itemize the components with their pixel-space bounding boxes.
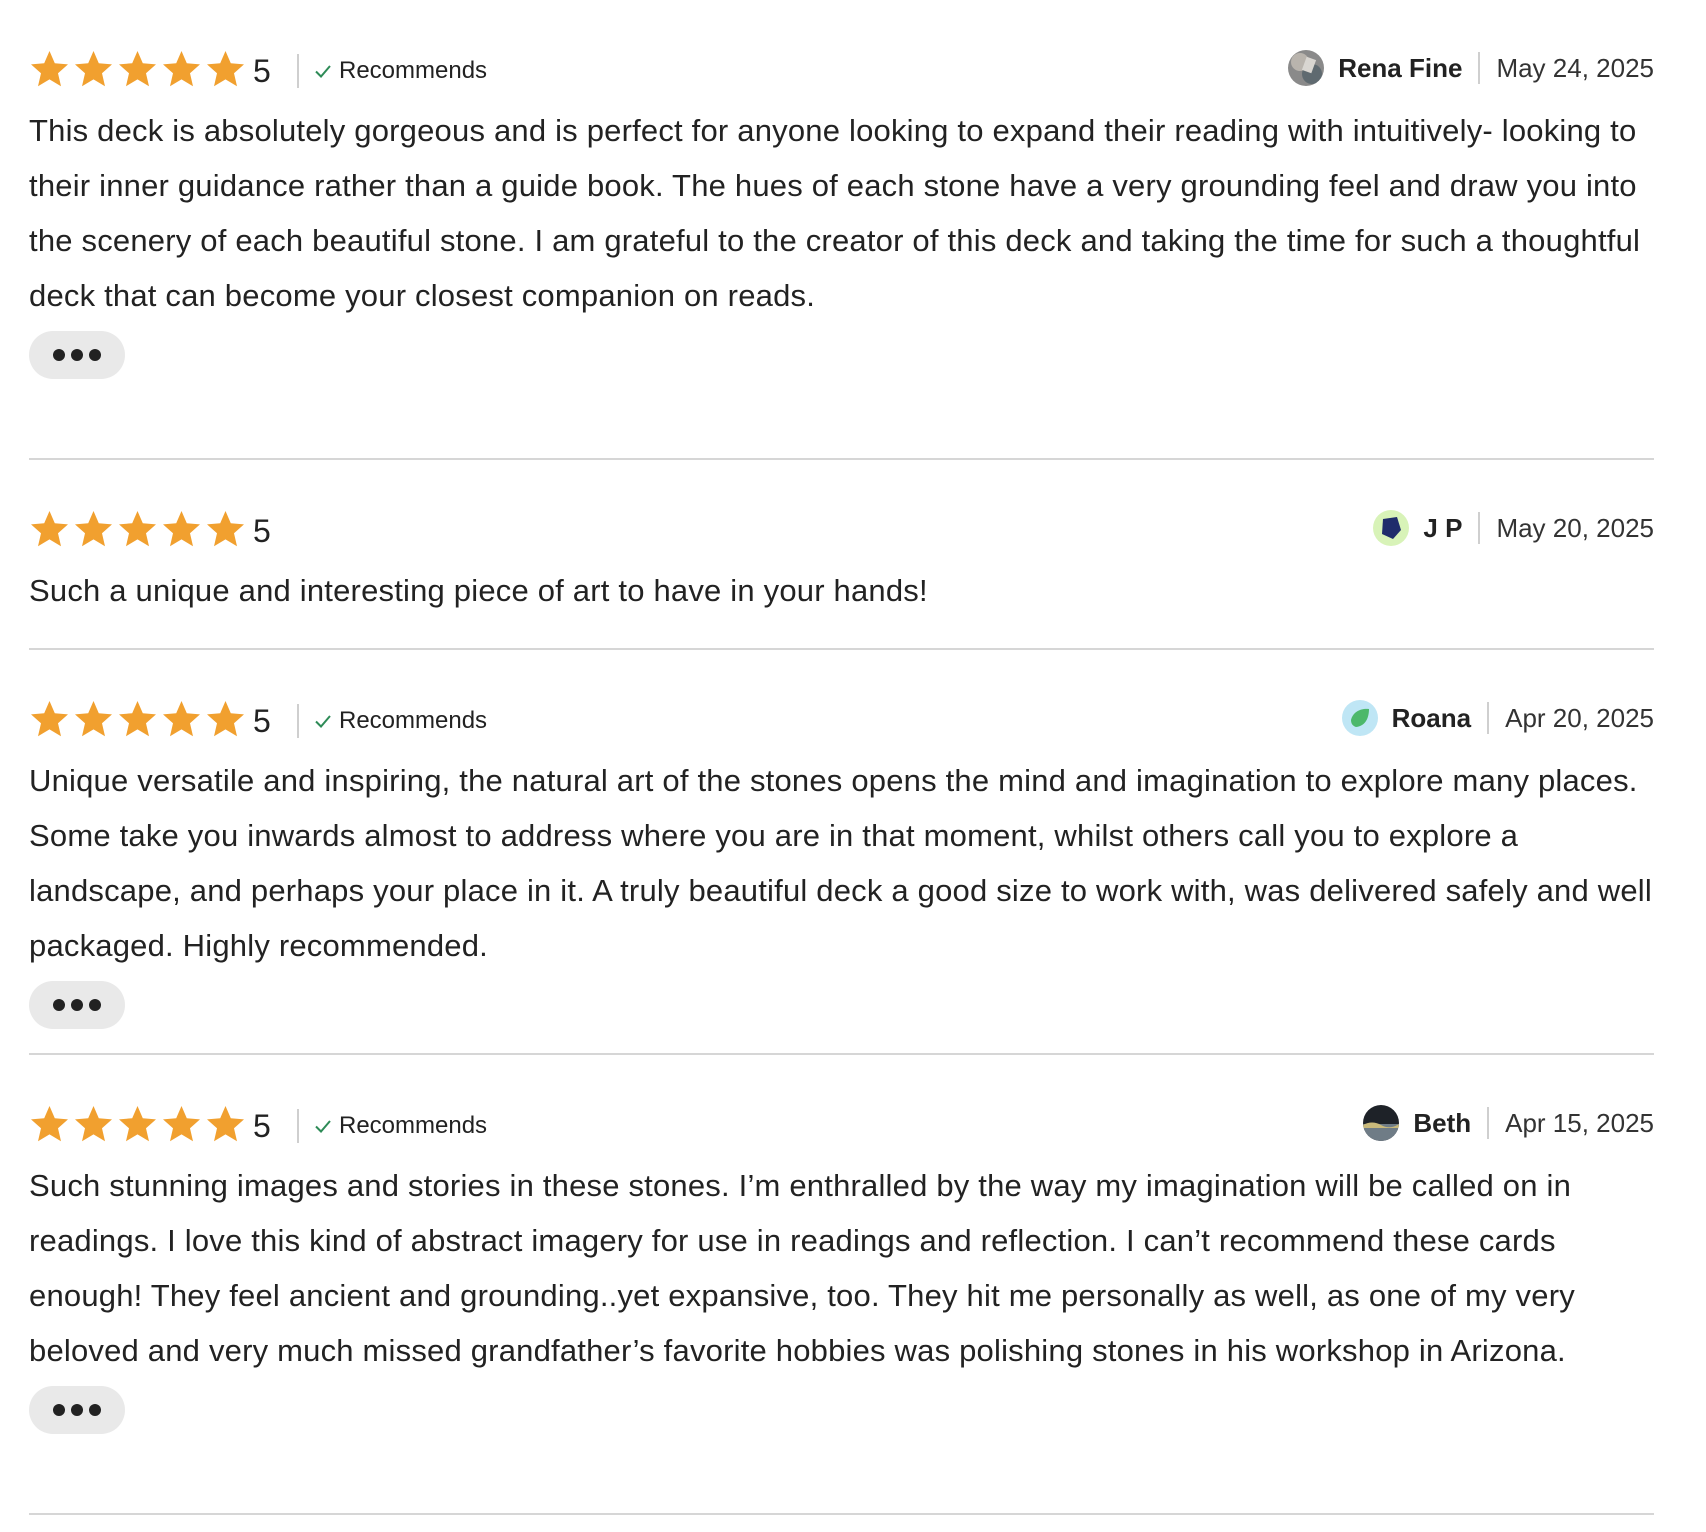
photo-avatar-icon[interactable] bbox=[1288, 50, 1325, 86]
dot bbox=[71, 349, 83, 361]
review-meta: J P May 20, 2025 bbox=[1373, 508, 1654, 548]
check-icon bbox=[313, 1116, 333, 1136]
star-icon bbox=[29, 509, 70, 550]
star-icon bbox=[205, 699, 246, 740]
rating-value: 5 bbox=[253, 1108, 271, 1144]
review-date: Apr 15, 2025 bbox=[1505, 1107, 1654, 1138]
review-text: Unique versatile and inspiring, the natu… bbox=[29, 763, 1652, 963]
reviewer-name[interactable]: Roana bbox=[1392, 703, 1487, 734]
dot bbox=[53, 999, 65, 1011]
star-icon bbox=[117, 509, 158, 550]
dot bbox=[71, 999, 83, 1011]
star-icon bbox=[29, 699, 70, 740]
dot bbox=[89, 349, 101, 361]
review-date: May 20, 2025 bbox=[1496, 512, 1654, 543]
star-rating bbox=[29, 1104, 249, 1145]
dot bbox=[89, 1404, 101, 1416]
meta-divider bbox=[1487, 702, 1490, 734]
review-meta: Rena Fine May 24, 2025 bbox=[1288, 48, 1654, 88]
review-text: Such stunning images and stories in thes… bbox=[29, 1168, 1575, 1368]
meta-divider bbox=[1478, 52, 1481, 84]
check-icon bbox=[313, 61, 333, 81]
reviews-list: 5 Recommends Rena Fine May 24, 2025 This… bbox=[29, 0, 1654, 1515]
photo-avatar-icon[interactable] bbox=[1363, 1105, 1400, 1141]
recommends-badge: Recommends bbox=[297, 1109, 487, 1143]
reviewer-name[interactable]: Beth bbox=[1413, 1108, 1487, 1139]
star-icon bbox=[73, 1104, 114, 1145]
dot bbox=[53, 349, 65, 361]
rating-value: 5 bbox=[253, 513, 271, 549]
star-icon bbox=[117, 699, 158, 740]
review-card: 5 Recommends Rena Fine May 24, 2025 This… bbox=[29, 0, 1654, 460]
recommends-badge: Recommends bbox=[297, 54, 487, 88]
star-icon bbox=[73, 699, 114, 740]
more-options-button[interactable] bbox=[29, 331, 125, 379]
reviewer-name[interactable]: Rena Fine bbox=[1338, 53, 1478, 84]
reviewer-name[interactable]: J P bbox=[1423, 513, 1478, 544]
review-card: 5 Recommends Beth Apr 15, 2025 Such stun… bbox=[29, 1055, 1654, 1515]
star-icon bbox=[161, 49, 202, 90]
review-text: This deck is absolutely gorgeous and is … bbox=[29, 113, 1641, 313]
dot bbox=[53, 1404, 65, 1416]
navy-pentagon-avatar-icon[interactable] bbox=[1373, 510, 1410, 546]
review-card: 5 J P May 20, 2025 Such a unique and int… bbox=[29, 460, 1654, 650]
recommends-badge: Recommends bbox=[297, 704, 487, 738]
star-icon bbox=[161, 1104, 202, 1145]
review-meta: Beth Apr 15, 2025 bbox=[1363, 1103, 1654, 1143]
star-icon bbox=[205, 1104, 246, 1145]
rating-value: 5 bbox=[253, 703, 271, 739]
review-date: May 24, 2025 bbox=[1496, 52, 1654, 83]
review-date: Apr 20, 2025 bbox=[1505, 702, 1654, 733]
more-options-button[interactable] bbox=[29, 1386, 125, 1434]
star-rating bbox=[29, 49, 249, 90]
star-icon bbox=[117, 49, 158, 90]
star-icon bbox=[73, 509, 114, 550]
star-rating bbox=[29, 509, 249, 550]
star-icon bbox=[29, 49, 70, 90]
dot bbox=[71, 1404, 83, 1416]
star-icon bbox=[205, 509, 246, 550]
review-header: 5 Recommends Roana Apr 20, 2025 bbox=[29, 650, 1654, 739]
star-icon bbox=[29, 1104, 70, 1145]
review-header: 5 J P May 20, 2025 bbox=[29, 460, 1654, 549]
check-icon bbox=[313, 711, 333, 731]
rating-value: 5 bbox=[253, 53, 271, 89]
more-options-button[interactable] bbox=[29, 981, 125, 1029]
star-icon bbox=[161, 699, 202, 740]
star-icon bbox=[161, 509, 202, 550]
review-card: 5 Recommends Roana Apr 20, 2025 Unique v… bbox=[29, 650, 1654, 1055]
review-header: 5 Recommends Rena Fine May 24, 2025 bbox=[29, 0, 1654, 89]
recommends-label: Recommends bbox=[339, 707, 488, 734]
star-icon bbox=[117, 1104, 158, 1145]
dot bbox=[89, 999, 101, 1011]
review-meta: Roana Apr 20, 2025 bbox=[1341, 698, 1654, 738]
green-leaf-avatar-icon[interactable] bbox=[1341, 700, 1378, 736]
review-header: 5 Recommends Beth Apr 15, 2025 bbox=[29, 1055, 1654, 1144]
recommends-label: Recommends bbox=[339, 57, 488, 84]
meta-divider bbox=[1478, 512, 1481, 544]
meta-divider bbox=[1487, 1107, 1490, 1139]
star-rating bbox=[29, 699, 249, 740]
recommends-label: Recommends bbox=[339, 1112, 488, 1139]
star-icon bbox=[205, 49, 246, 90]
star-icon bbox=[73, 49, 114, 90]
